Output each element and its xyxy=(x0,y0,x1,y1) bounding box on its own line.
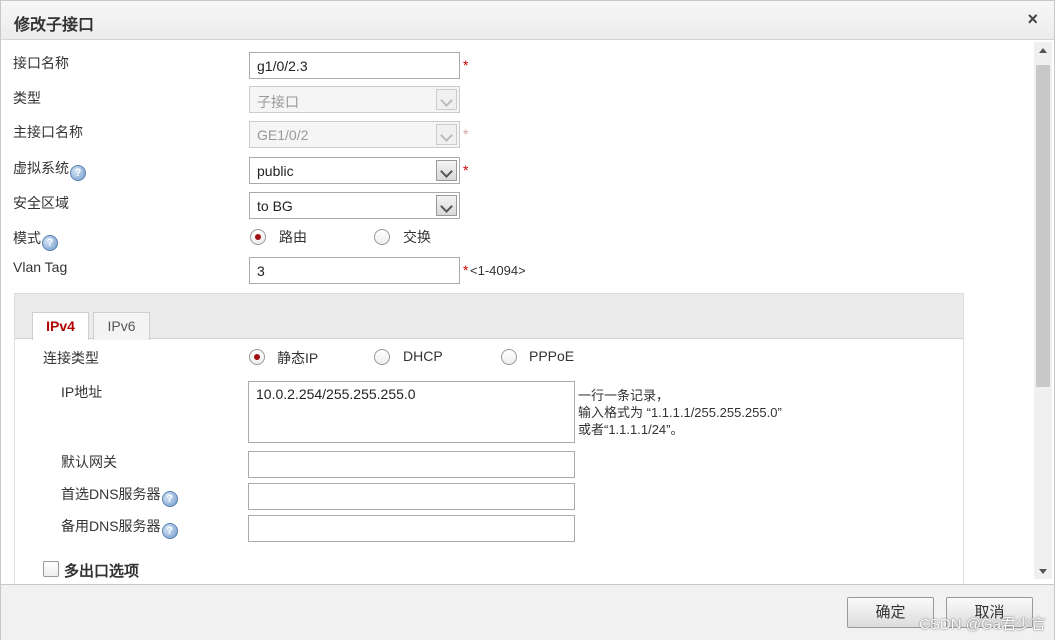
ip-address-label: IP地址 xyxy=(61,384,103,400)
zone-value: to BG xyxy=(257,198,293,214)
dns1-input[interactable] xyxy=(248,483,575,510)
dialog-content: 接口名称 g1/0/2.3 * 类型 子接口 主接口名称 GE1/0/2 * 虚… xyxy=(1,41,1033,584)
type-select: 子接口 xyxy=(249,86,460,113)
mode-label-text: 模式 xyxy=(13,230,41,246)
required-mark: * xyxy=(463,126,469,142)
help-icon[interactable]: ? xyxy=(161,523,178,539)
gateway-input[interactable] xyxy=(248,451,575,478)
pppoe-radio[interactable] xyxy=(501,349,517,365)
mode-switch-radio[interactable] xyxy=(374,229,390,245)
ip-config-panel: IPv4 IPv6 连接类型 静态IP DHCP PPPoE IP地址 10.0… xyxy=(14,293,964,584)
type-label: 类型 xyxy=(13,90,41,106)
static-ip-label: 静态IP xyxy=(277,350,319,366)
scroll-thumb[interactable] xyxy=(1036,65,1050,387)
ip-note-line: 或者“1.1.1.1/24”。 xyxy=(578,422,684,437)
mode-route-radio[interactable] xyxy=(250,229,266,245)
required-mark: * xyxy=(463,57,469,73)
tab-ipv4[interactable]: IPv4 xyxy=(32,312,89,340)
ip-format-note: 一行一条记录， 输入格式为 “1.1.1.1/255.255.255.0” 或者… xyxy=(578,387,782,438)
main-interface-value: GE1/0/2 xyxy=(257,127,309,143)
static-ip-radio[interactable] xyxy=(249,349,265,365)
gateway-label: 默认网关 xyxy=(61,454,117,470)
scroll-down-icon[interactable] xyxy=(1034,563,1052,579)
scroll-up-icon[interactable] xyxy=(1034,42,1052,58)
dialog-title: 修改子接口 xyxy=(14,17,95,34)
multi-exit-checkbox[interactable] xyxy=(43,561,59,577)
type-value: 子接口 xyxy=(257,94,299,110)
chevron-down-icon xyxy=(436,89,457,110)
dns2-input[interactable] xyxy=(248,515,575,542)
chevron-down-icon xyxy=(436,124,457,145)
zone-select[interactable]: to BG xyxy=(249,192,460,219)
dhcp-label: DHCP xyxy=(403,348,443,364)
vlan-range-hint: <1-4094> xyxy=(470,263,526,278)
chevron-down-icon[interactable] xyxy=(436,160,457,181)
chevron-down-icon[interactable] xyxy=(436,195,457,216)
dhcp-radio[interactable] xyxy=(374,349,390,365)
vsys-value: public xyxy=(257,163,294,179)
zone-label: 安全区域 xyxy=(13,195,69,211)
dns2-label: 备用DNS服务器? xyxy=(61,516,178,539)
ip-address-textarea[interactable]: 10.0.2.254/255.255.255.0 xyxy=(248,381,575,443)
dns1-label: 首选DNS服务器? xyxy=(61,484,178,507)
tab-strip: IPv4 IPv6 xyxy=(15,294,963,340)
title-bar: 修改子接口 × xyxy=(1,1,1054,40)
vsys-label-text: 虚拟系统 xyxy=(13,160,69,176)
conn-type-label: 连接类型 xyxy=(43,350,99,366)
vertical-scrollbar[interactable] xyxy=(1034,42,1052,579)
help-icon[interactable]: ? xyxy=(42,235,58,251)
watermark: CSDN @Ga君少言 xyxy=(919,616,1046,633)
vlan-tag-label: Vlan Tag xyxy=(13,259,68,275)
mode-label: 模式? xyxy=(13,228,58,251)
vsys-select[interactable]: public xyxy=(249,157,460,184)
main-interface-label: 主接口名称 xyxy=(13,124,83,140)
multi-exit-label: 多出口选项 xyxy=(64,563,140,580)
dns2-label-text: 备用DNS服务器 xyxy=(61,518,161,534)
main-interface-select: GE1/0/2 xyxy=(249,121,460,148)
ip-note-line: 输入格式为 “1.1.1.1/255.255.255.0” xyxy=(578,405,782,420)
edit-subinterface-dialog: 修改子接口 × 接口名称 g1/0/2.3 * 类型 子接口 主接口名称 GE1… xyxy=(0,0,1055,640)
mode-switch-label: 交换 xyxy=(403,229,431,245)
close-icon[interactable]: × xyxy=(1027,10,1038,28)
ip-note-line: 一行一条记录， xyxy=(578,388,670,403)
interface-name-input[interactable]: g1/0/2.3 xyxy=(249,52,460,79)
interface-name-label: 接口名称 xyxy=(13,55,69,71)
pppoe-label: PPPoE xyxy=(529,348,575,364)
help-icon[interactable]: ? xyxy=(161,491,178,507)
dialog-footer: 确定 取消 CSDN @Ga君少言 xyxy=(1,584,1054,640)
mode-route-label: 路由 xyxy=(279,229,307,245)
help-icon[interactable]: ? xyxy=(70,165,86,181)
required-mark: * xyxy=(463,262,469,278)
vsys-label: 虚拟系统? xyxy=(13,158,86,181)
required-mark: * xyxy=(463,162,469,178)
dns1-label-text: 首选DNS服务器 xyxy=(61,486,161,502)
vlan-tag-input[interactable]: 3 xyxy=(249,257,460,284)
tab-ipv6[interactable]: IPv6 xyxy=(93,312,150,340)
